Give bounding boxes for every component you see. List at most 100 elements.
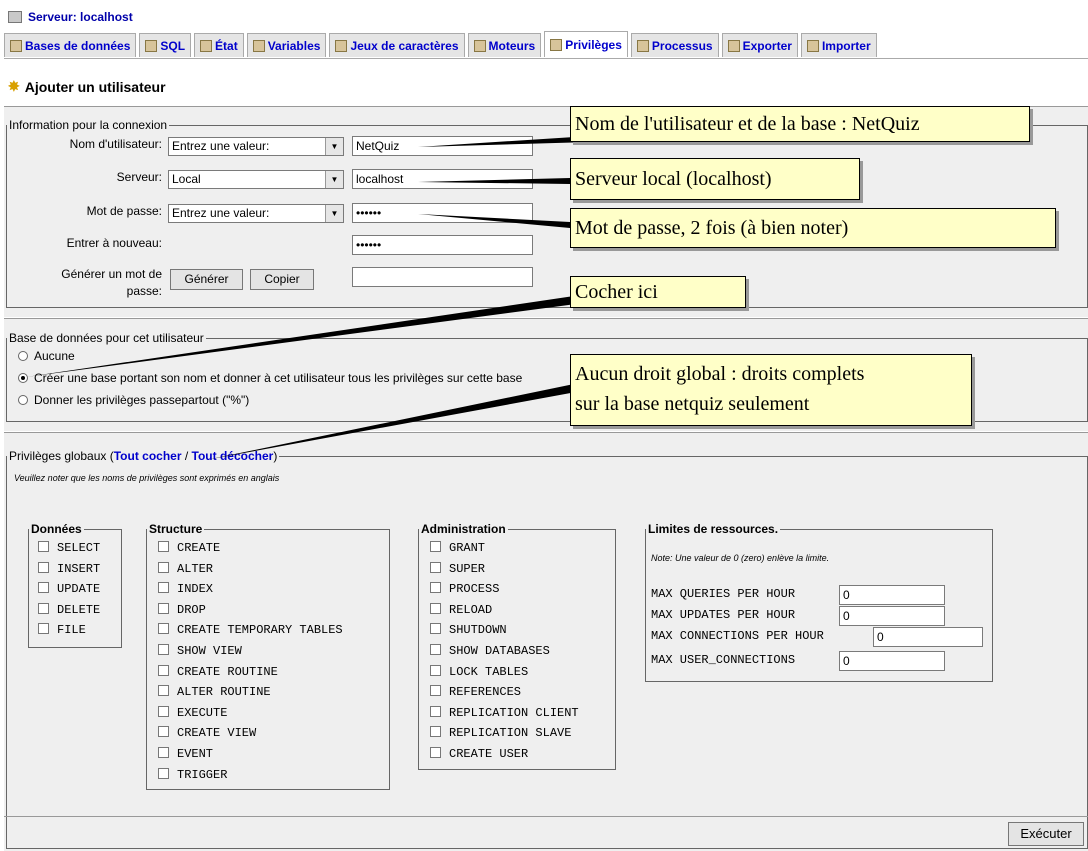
privilege-row[interactable]: ALTER ROUTINE [158, 685, 271, 699]
privilege-row[interactable]: SELECT [38, 541, 100, 555]
privilege-label: CREATE ROUTINE [177, 664, 278, 679]
privilege-checkbox[interactable] [158, 705, 169, 717]
privilege-checkbox[interactable] [430, 705, 441, 717]
privilege-checkbox[interactable] [38, 561, 49, 573]
privilege-row[interactable]: CREATE VIEW [158, 726, 256, 740]
tab-status[interactable]: État [194, 33, 244, 57]
tab-import[interactable]: Importer [800, 33, 877, 57]
uncheck-all-link[interactable]: Tout décocher [192, 449, 274, 463]
username-input[interactable]: NetQuiz [352, 136, 533, 156]
tab-databases[interactable]: Bases de données [4, 33, 137, 57]
limit-input[interactable]: 0 [839, 606, 945, 626]
tab-variables[interactable]: Variables [246, 33, 327, 57]
privilege-row[interactable]: PROCESS [430, 582, 499, 596]
generated-password-input[interactable] [352, 267, 533, 287]
limit-input[interactable]: 0 [839, 585, 945, 605]
privilege-row[interactable]: EXECUTE [158, 705, 227, 720]
privilege-checkbox[interactable] [430, 561, 441, 573]
privilege-checkbox[interactable] [158, 685, 169, 697]
sql-icon [145, 39, 158, 52]
tab-charsets[interactable]: Jeux de caractères [329, 33, 465, 57]
privilege-checkbox[interactable] [430, 541, 441, 552]
privilege-row[interactable]: EVENT [158, 747, 213, 761]
privilege-checkbox[interactable] [430, 747, 441, 758]
privilege-row[interactable]: CREATE ROUTINE [158, 664, 278, 679]
check-all-link[interactable]: Tout cocher [114, 449, 182, 463]
privilege-checkbox[interactable] [158, 644, 169, 655]
host-select[interactable]: Local ▼ [168, 170, 344, 189]
privilege-row[interactable]: ALTER [158, 561, 213, 576]
privilege-row[interactable]: REPLICATION SLAVE [430, 726, 571, 740]
privilege-checkbox[interactable] [430, 685, 441, 697]
privilege-row[interactable]: REFERENCES [430, 685, 521, 699]
copy-button[interactable]: Copier [250, 269, 314, 290]
privilege-row[interactable]: SHOW DATABASES [430, 644, 550, 658]
username-select[interactable]: Entrez une valeur: ▼ [168, 137, 344, 156]
submit-button[interactable]: Exécuter [1008, 822, 1084, 846]
privilege-row[interactable]: DELETE [38, 602, 100, 617]
privilege-checkbox[interactable] [38, 602, 49, 614]
privilege-checkbox[interactable] [430, 644, 441, 655]
db-option-create[interactable]: Créer une base portant son nom et donner… [18, 371, 522, 385]
privilege-checkbox[interactable] [158, 602, 169, 614]
privilege-checkbox[interactable] [158, 561, 169, 573]
privilege-checkbox[interactable] [158, 726, 169, 738]
privilege-checkbox[interactable] [430, 582, 441, 594]
privilege-row[interactable]: REPLICATION CLIENT [430, 705, 579, 720]
footer-bar [4, 816, 1088, 817]
privilege-checkbox[interactable] [158, 541, 169, 552]
host-input[interactable]: localhost [352, 169, 533, 189]
tab-export[interactable]: Exporter [721, 33, 798, 57]
privilege-checkbox[interactable] [158, 664, 169, 676]
privilege-row[interactable]: GRANT [430, 541, 485, 555]
limit-input[interactable]: 0 [873, 627, 983, 647]
generate-button[interactable]: Générer [170, 269, 243, 290]
privilege-checkbox[interactable] [158, 747, 169, 758]
privilege-row[interactable]: LOCK TABLES [430, 664, 528, 679]
privilege-checkbox[interactable] [158, 767, 169, 779]
privilege-row[interactable]: SHOW VIEW [158, 644, 242, 658]
password-input[interactable]: •••••• [352, 203, 533, 223]
radio-none[interactable] [18, 351, 28, 361]
server-breadcrumb[interactable]: Serveur: localhost [8, 7, 133, 27]
privilege-row[interactable]: SUPER [430, 561, 485, 576]
retype-password-input[interactable]: •••••• [352, 235, 533, 255]
privilege-row[interactable]: INDEX [158, 582, 213, 596]
db-option-none[interactable]: Aucune [18, 349, 75, 363]
privilege-row[interactable]: CREATE [158, 541, 220, 555]
privilege-checkbox[interactable] [430, 664, 441, 676]
privilege-label: REPLICATION SLAVE [449, 726, 572, 741]
privilege-checkbox[interactable] [430, 602, 441, 614]
limit-input[interactable]: 0 [839, 651, 945, 671]
db-option-wildcard[interactable]: Donner les privilèges passepartout ("%") [18, 393, 249, 407]
privilege-checkbox[interactable] [38, 623, 49, 635]
privilege-checkbox[interactable] [38, 541, 49, 552]
privilege-row[interactable]: FILE [38, 623, 86, 637]
privilege-row[interactable]: INSERT [38, 561, 100, 576]
radio-create-db[interactable] [18, 373, 28, 383]
radio-wildcard[interactable] [18, 395, 28, 405]
tab-privileges[interactable]: Privilèges [544, 31, 628, 57]
privilege-row[interactable]: CREATE USER [430, 747, 528, 761]
tab-engines[interactable]: Moteurs [467, 33, 542, 57]
tab-sql[interactable]: SQL [139, 33, 192, 57]
privilege-row[interactable]: SHUTDOWN [430, 623, 507, 637]
privilege-row[interactable]: UPDATE [38, 582, 100, 596]
privilege-row[interactable]: TRIGGER [158, 767, 228, 782]
callout-name: Nom de l'utilisateur et de la base : Net… [570, 106, 1030, 142]
privilege-label: DROP [177, 602, 206, 617]
privilege-label: SHOW DATABASES [449, 644, 550, 658]
privilege-checkbox[interactable] [38, 582, 49, 594]
privilege-label: PROCESS [449, 582, 500, 597]
privilege-row[interactable]: CREATE TEMPORARY TABLES [158, 623, 343, 637]
privilege-row[interactable]: DROP [158, 602, 206, 617]
tab-processes[interactable]: Processus [630, 33, 719, 57]
privilege-checkbox[interactable] [158, 582, 169, 594]
privilege-label: TRIGGER [177, 767, 228, 782]
privilege-checkbox[interactable] [430, 726, 441, 738]
privilege-checkbox[interactable] [430, 623, 441, 635]
privilege-checkbox[interactable] [158, 623, 169, 635]
password-select[interactable]: Entrez une valeur: ▼ [168, 204, 344, 223]
privileges-note: Veuillez noter que les noms de privilège… [14, 473, 280, 483]
privilege-row[interactable]: RELOAD [430, 602, 492, 617]
